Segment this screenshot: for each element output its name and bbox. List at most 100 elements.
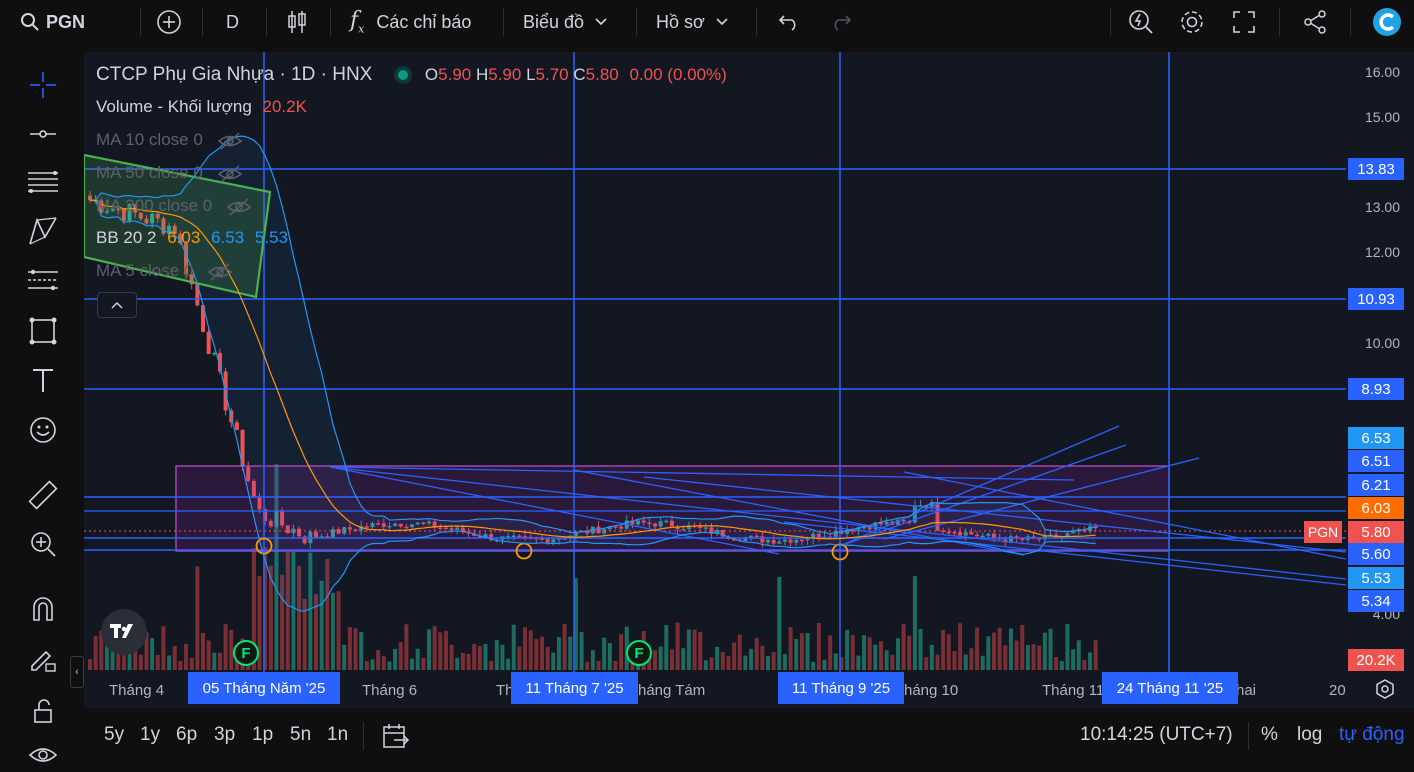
volume-bar bbox=[799, 633, 804, 670]
chart-menu-button[interactable]: Biểu đồ bbox=[523, 0, 608, 44]
price-tick: 15.00 bbox=[1364, 109, 1400, 125]
collapse-toolbar-button[interactable]: ‹ bbox=[70, 656, 84, 688]
volume-bar bbox=[653, 650, 657, 670]
percent-scale-button[interactable]: % bbox=[1261, 724, 1278, 746]
volume-bar bbox=[483, 643, 488, 670]
range-1m-button[interactable]: 1p bbox=[252, 724, 273, 746]
eye-hidden-icon[interactable] bbox=[226, 197, 251, 216]
volume-bar bbox=[619, 634, 624, 670]
tradingview-logo[interactable] bbox=[101, 609, 147, 655]
volume-bar bbox=[828, 635, 833, 670]
time-axis[interactable]: Tháng 4 Tháng 6 Th háng Tám háng 10 Thán… bbox=[84, 672, 1414, 708]
ma10-legend[interactable]: MA 10 close 0 bbox=[96, 130, 242, 150]
volume-bar bbox=[794, 638, 799, 670]
volume-bar bbox=[93, 635, 98, 670]
indicators-button[interactable]: fx Các chỉ báo bbox=[350, 0, 471, 44]
zoom-in-icon bbox=[31, 532, 56, 557]
crosshair-icon bbox=[30, 72, 56, 98]
volume-bar bbox=[172, 645, 177, 670]
volume-bar bbox=[709, 657, 714, 670]
profile-menu-button[interactable]: Hồ sơ bbox=[656, 0, 729, 44]
redo-button[interactable] bbox=[830, 0, 852, 44]
volume-bar bbox=[138, 654, 143, 670]
eye-hidden-icon[interactable] bbox=[217, 164, 242, 183]
forecast-tool[interactable] bbox=[26, 264, 60, 298]
volume-bar bbox=[189, 657, 194, 670]
market-status-dot bbox=[397, 69, 408, 80]
ma50-legend[interactable]: MA 50 close 0 bbox=[96, 163, 242, 183]
chart-type-button[interactable] bbox=[285, 0, 309, 44]
volume-bar bbox=[1020, 625, 1025, 670]
text-tool[interactable] bbox=[26, 363, 60, 397]
pencil-lock-icon bbox=[31, 650, 56, 672]
trend-line-tool[interactable] bbox=[26, 117, 60, 151]
price-tick: 16.00 bbox=[1364, 64, 1400, 80]
horizontal-line-icon bbox=[30, 130, 56, 138]
volume-bar bbox=[969, 648, 974, 670]
range-5y-button[interactable]: 5y bbox=[104, 724, 124, 746]
pattern-tool[interactable] bbox=[26, 214, 60, 248]
goto-date-button[interactable] bbox=[382, 722, 410, 755]
measure-tool[interactable] bbox=[26, 478, 60, 512]
event-marker[interactable]: F bbox=[626, 640, 652, 666]
eye-hidden-icon[interactable] bbox=[208, 262, 233, 281]
range-1d-button[interactable]: 1n bbox=[327, 724, 348, 746]
top-toolbar: PGN D fx Các chỉ báo Biểu đồ Hồ sơ bbox=[0, 0, 1414, 44]
ma200-legend[interactable]: MA 200 close 0 bbox=[96, 196, 251, 216]
volume-bar bbox=[421, 657, 426, 670]
range-6m-button[interactable]: 6p bbox=[176, 724, 197, 746]
volume-bar bbox=[822, 659, 827, 670]
hide-drawings-tool[interactable] bbox=[26, 738, 60, 772]
volume-legend[interactable]: Volume - Khối lượng 20.2K bbox=[96, 97, 307, 117]
lock-drawings-tool[interactable] bbox=[26, 694, 60, 728]
ma5-legend[interactable]: MA 5 close 0 bbox=[96, 261, 233, 281]
volume-bar bbox=[890, 654, 895, 670]
emoji-tool[interactable] bbox=[26, 413, 60, 447]
fullscreen-button[interactable] bbox=[1232, 0, 1256, 44]
event-marker[interactable]: F bbox=[233, 640, 259, 666]
price-badge: 5.60 bbox=[1348, 543, 1404, 565]
shape-tool[interactable] bbox=[26, 314, 60, 348]
axis-settings-button[interactable] bbox=[1374, 678, 1396, 705]
share-button[interactable] bbox=[1302, 0, 1328, 44]
eye-icon bbox=[28, 748, 58, 762]
plus-circle-icon bbox=[157, 10, 181, 34]
crosshair-tool[interactable] bbox=[26, 68, 60, 102]
volume-bar bbox=[692, 629, 697, 670]
auto-scale-button[interactable]: tự động bbox=[1339, 724, 1405, 746]
log-scale-button[interactable]: log bbox=[1297, 724, 1322, 746]
volume-bar bbox=[540, 636, 544, 670]
volume-bar bbox=[121, 655, 126, 670]
volume-bar bbox=[1014, 640, 1019, 670]
smiley-icon bbox=[30, 417, 56, 443]
undo-button[interactable] bbox=[778, 0, 800, 44]
range-1y-button[interactable]: 1y bbox=[140, 724, 160, 746]
time-label: 20 bbox=[1329, 682, 1346, 699]
brand-logo[interactable] bbox=[1372, 0, 1402, 44]
pattern-icon bbox=[29, 217, 57, 245]
bb-legend[interactable]: BB 20 2 6.03 6.53 5.53 bbox=[96, 228, 288, 248]
symbol-search-button[interactable]: PGN bbox=[20, 0, 85, 44]
chart-canvas[interactable] bbox=[84, 52, 1346, 672]
quick-search-button[interactable] bbox=[1128, 0, 1154, 44]
volume-bar bbox=[1088, 652, 1093, 670]
volume-bar bbox=[376, 650, 381, 670]
settings-button[interactable] bbox=[1178, 0, 1206, 44]
range-3m-button[interactable]: 3p bbox=[214, 724, 235, 746]
volume-bar bbox=[596, 661, 601, 670]
clock-timezone-button[interactable]: 10:14:25 (UTC+7) bbox=[1080, 724, 1233, 746]
volume-bar bbox=[342, 644, 347, 670]
range-5d-button[interactable]: 5n bbox=[290, 724, 311, 746]
eye-hidden-icon[interactable] bbox=[217, 131, 242, 150]
fib-tool[interactable] bbox=[26, 165, 60, 199]
zoom-tool[interactable] bbox=[26, 527, 60, 561]
collapse-legend-button[interactable] bbox=[97, 292, 137, 318]
magnet-tool[interactable] bbox=[26, 592, 60, 626]
draw-mode-tool[interactable] bbox=[26, 642, 60, 676]
compare-button[interactable] bbox=[156, 0, 182, 44]
volume-bar bbox=[404, 624, 409, 670]
interval-button[interactable]: D bbox=[226, 0, 239, 44]
chevron-down-icon bbox=[595, 18, 607, 26]
projection-icon bbox=[28, 269, 58, 291]
volume-bar bbox=[715, 646, 720, 670]
